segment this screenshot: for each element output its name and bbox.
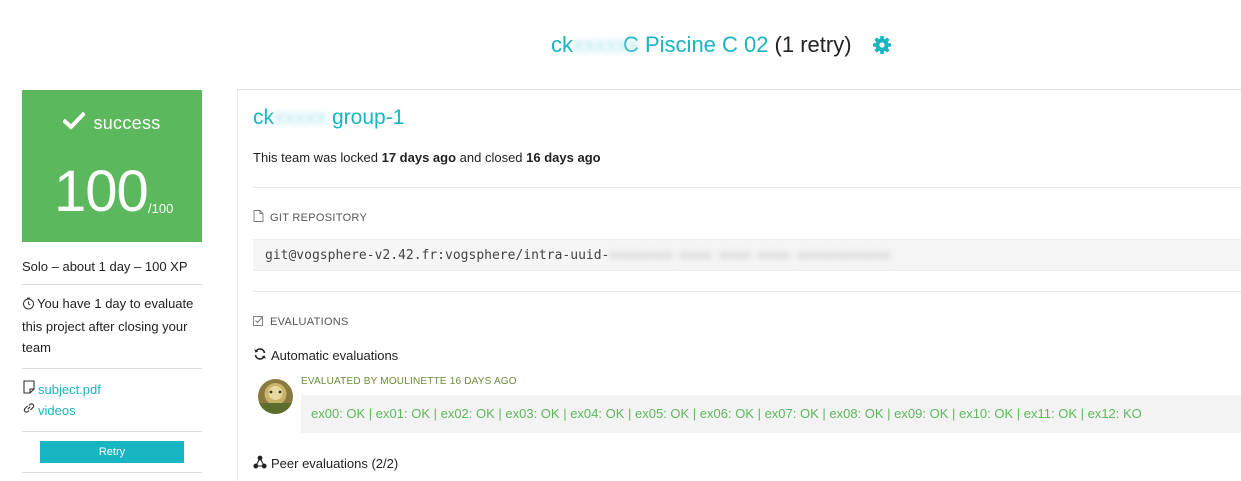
checkbox-icon [253,315,264,329]
team-status-text-1: This team was locked [253,150,382,165]
videos-link-row: videos [22,400,202,421]
git-repository-heading: GIT REPOSITORY [253,210,367,225]
team-prefix: ck [253,106,274,129]
evaluation-notice-text: You have 1 day to evaluate this project … [22,296,194,355]
closed-time: 16 days ago [526,150,601,165]
subject-link-row: subject.pdf [22,379,202,400]
peer-evaluations-label: Peer evaluations (2/2) [271,456,399,471]
status-box: success 100 /100 [22,90,202,242]
retry-button[interactable]: Retry [40,441,184,463]
evaluations-heading: EVALUATIONS [253,315,349,329]
team-panel: ckxxxxx group-1 This team was locked 17 d… [237,89,1241,481]
file-code-icon [253,210,264,225]
checkmark-icon [62,111,87,135]
sidebar-divider [22,472,202,473]
team-suffix: group-1 [332,106,405,129]
automatic-evaluations-label: Automatic evaluations [271,348,399,363]
page-title: ckxxxxxx C Piscine C 02 (1 retry) [551,30,892,60]
team-blurred: xxxxx [274,106,327,129]
refresh-icon [253,347,267,364]
link-icon [22,401,36,420]
final-mark-max: /100 [148,201,174,216]
evaluated-by: EVALUATED BY MOULINETTE 16 DAYS AGO [301,376,517,387]
login-prefix: ck [551,32,573,57]
avatar[interactable] [258,379,293,414]
git-url: git@vogsphere-v2.42.fr:vogsphere/intra-u… [265,248,610,263]
git-url-blurred: xxxxxxxx-xxxx-xxxx-xxxx-xxxxxxxxxxxx [609,248,892,263]
project-name[interactable]: C Piscine C 02 [623,32,769,58]
final-mark: 100 [54,159,149,224]
evaluations-label: EVALUATIONS [270,316,349,328]
moulinette-results: ex00: OK | ex01: OK | ex02: OK | ex03: O… [301,395,1241,433]
gear-icon[interactable] [872,35,892,55]
sitemap-icon [253,455,267,472]
divider [253,291,1241,292]
status-label: success [93,113,161,133]
locked-time: 17 days ago [381,150,457,165]
git-url-field[interactable]: git@vogsphere-v2.42.fr:vogsphere/intra-u… [253,239,1241,271]
project-meta: Solo – about 1 day – 100 XP [22,256,202,285]
divider [253,187,1241,188]
project-sidebar: success 100 /100 Solo – about 1 day – 10… [22,90,202,473]
automatic-evaluations-heading: Automatic evaluations [253,347,398,364]
subject-pdf-link[interactable]: subject.pdf [38,382,101,397]
peer-evaluations-heading: Peer evaluations (2/2) [253,455,398,472]
project-links: subject.pdf videos [22,379,202,432]
evaluation-notice: You have 1 day to evaluate this project … [22,293,202,369]
git-repository-label: GIT REPOSITORY [270,211,368,224]
clock-icon [22,295,35,316]
team-status: This team was locked 17 days ago and clo… [253,150,601,165]
team-status-text-2: and closed [456,150,527,165]
login-blurred: xxxxxx [573,32,639,57]
retry-count: (1 retry) [774,32,852,57]
document-icon [22,380,36,399]
status-line: success [22,111,202,135]
team-name[interactable]: ckxxxxx group-1 [253,106,404,130]
videos-link[interactable]: videos [38,403,76,418]
project-user-login[interactable]: ckxxxxxx [551,32,639,58]
